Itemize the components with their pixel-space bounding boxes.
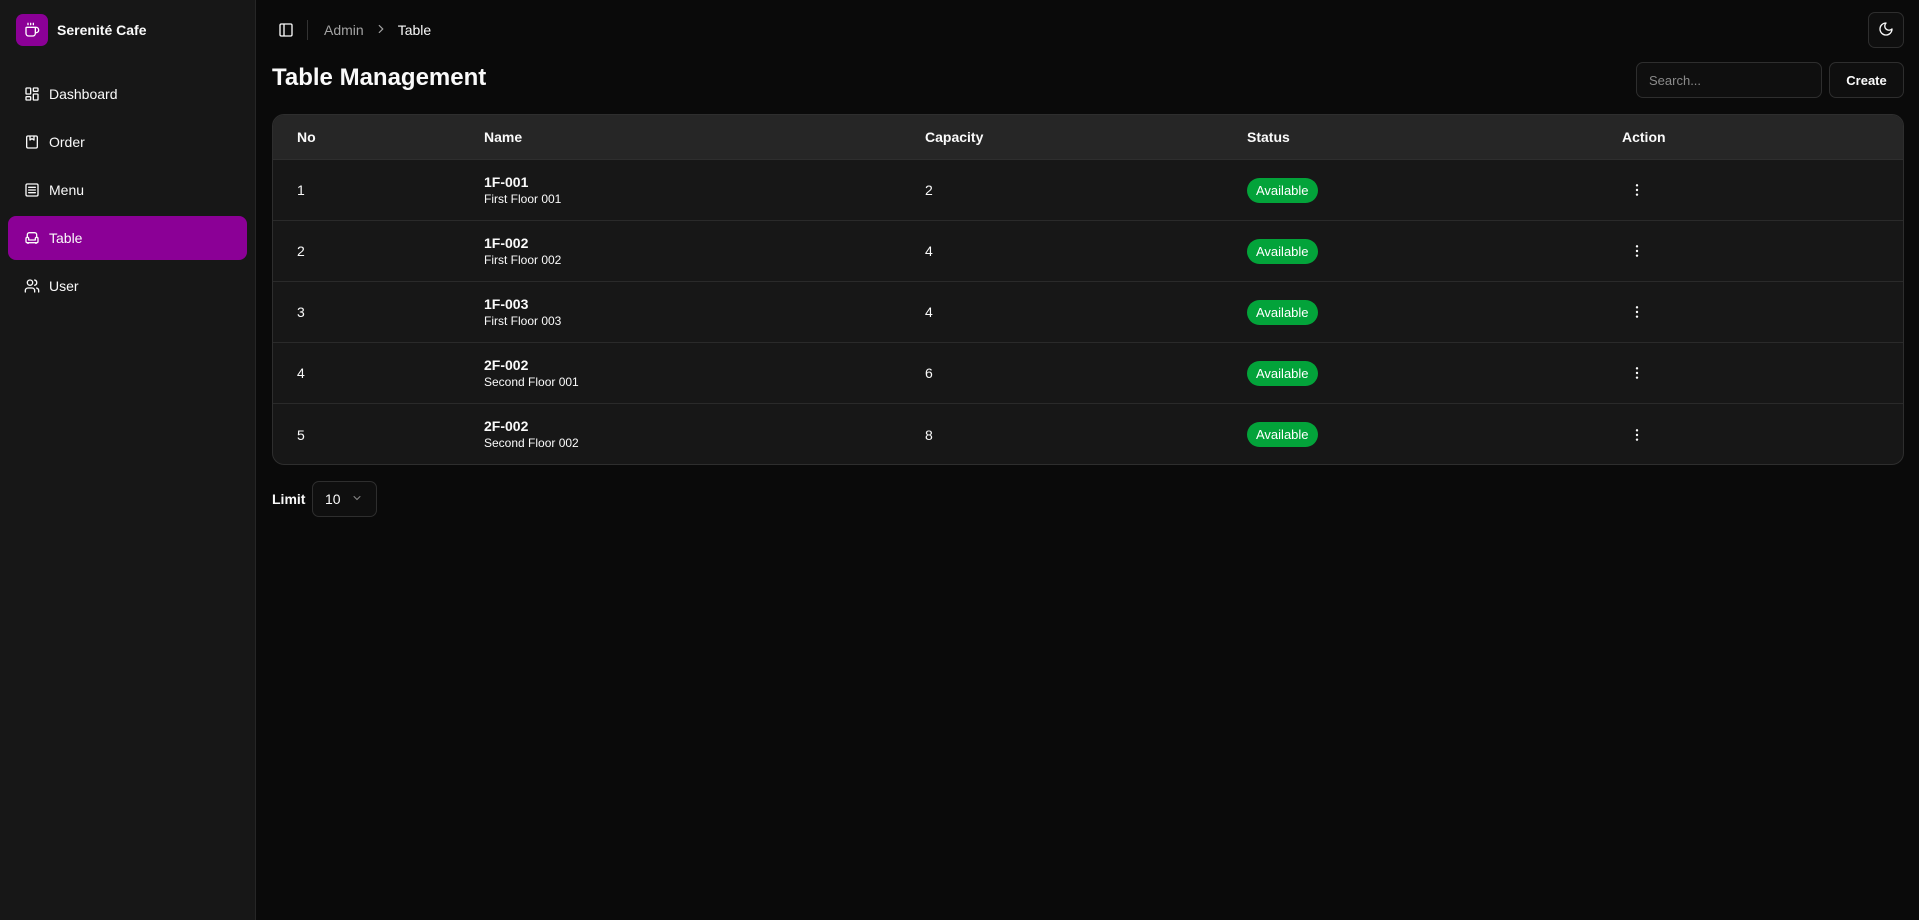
table-description: First Floor 002 xyxy=(484,252,562,267)
table-code: 1F-002 xyxy=(484,234,529,251)
status-badge: Available xyxy=(1247,360,1318,386)
table-name-cell: 2F-002 Second Floor 001 xyxy=(484,357,925,390)
row-number: 3 xyxy=(297,304,305,320)
breadcrumb: Admin Table xyxy=(324,20,431,40)
sidebar-item-label: Table xyxy=(49,230,83,246)
menu-list-icon xyxy=(24,182,40,198)
table-code: 1F-003 xyxy=(484,295,529,312)
action-cell xyxy=(1622,178,1903,202)
status-badge: Available xyxy=(1247,238,1318,264)
row-number: 5 xyxy=(297,426,305,443)
table-row: 2 1F-002 First Floor 002 4 Available xyxy=(273,221,1903,282)
table-header: No Name Capacity Status Action xyxy=(273,115,1903,160)
capacity-value: 8 xyxy=(925,426,933,443)
action-cell xyxy=(1622,300,1903,324)
column-header-capacity: Capacity xyxy=(925,129,984,145)
sidebar-item-label: User xyxy=(49,278,79,294)
table-code: 1F-001 xyxy=(484,173,529,190)
limit-label: Limit xyxy=(272,491,306,507)
sidebar-item-order[interactable]: Order xyxy=(8,120,247,164)
table-description: First Floor 003 xyxy=(484,313,562,328)
status-cell: Available xyxy=(1247,238,1622,264)
sidebar-item-dashboard[interactable]: Dashboard xyxy=(8,72,247,116)
sidebar-item-user[interactable]: User xyxy=(8,264,247,308)
limit-select[interactable]: 10 xyxy=(312,481,377,517)
status-badge: Available xyxy=(1247,177,1318,203)
theme-toggle-button[interactable] xyxy=(1868,12,1904,48)
table-name-cell: 1F-001 First Floor 001 xyxy=(484,174,925,207)
search-input[interactable] xyxy=(1636,62,1822,98)
row-number: 2 xyxy=(297,243,305,259)
chevron-down-icon xyxy=(351,491,363,507)
page-title: Table Management xyxy=(272,64,487,91)
more-vertical-icon[interactable] xyxy=(1625,178,1649,202)
sidebar-item-label: Menu xyxy=(49,182,85,198)
status-badge: Available xyxy=(1247,299,1318,325)
brand[interactable]: Serenité Cafe xyxy=(16,14,146,46)
status-cell: Available xyxy=(1247,177,1622,203)
column-header-name: Name xyxy=(484,129,523,145)
capacity-value: 4 xyxy=(925,243,933,259)
sidebar: Serenité Cafe Dashboard Order Menu Table… xyxy=(0,0,256,920)
column-header-action: Action xyxy=(1622,129,1666,145)
table-description: Second Floor 001 xyxy=(484,374,579,389)
order-icon xyxy=(24,134,40,150)
sidebar-item-label: Dashboard xyxy=(49,86,118,102)
table-sofa-icon xyxy=(24,230,40,246)
status-badge: Available xyxy=(1247,422,1318,447)
data-table: No Name Capacity Status Action 1 1F-001 … xyxy=(272,114,1904,465)
capacity-value: 2 xyxy=(925,182,933,198)
action-cell xyxy=(1622,361,1903,385)
column-header-no: No xyxy=(297,129,316,145)
table-code: 2F-002 xyxy=(484,356,529,373)
row-number: 4 xyxy=(297,365,305,381)
breadcrumb-current: Table xyxy=(397,22,432,38)
coffee-icon xyxy=(16,14,48,46)
action-cell xyxy=(1622,423,1903,447)
moon-icon xyxy=(1878,21,1894,40)
create-button[interactable]: Create xyxy=(1829,62,1904,98)
brand-name: Serenité Cafe xyxy=(57,22,147,38)
sidebar-item-table[interactable]: Table xyxy=(8,216,247,260)
table-row: 5 2F-002 Second Floor 002 8 Available xyxy=(273,404,1903,464)
table-row: 4 2F-002 Second Floor 001 6 Available xyxy=(273,343,1903,404)
table-name-cell: 1F-003 First Floor 003 xyxy=(484,296,925,329)
action-cell xyxy=(1622,239,1903,263)
sidebar-item-menu[interactable]: Menu xyxy=(8,168,247,212)
table-description: First Floor 001 xyxy=(484,191,562,206)
chevron-right-icon xyxy=(374,22,388,39)
table-row: 3 1F-003 First Floor 003 4 Available xyxy=(273,282,1903,343)
row-number: 1 xyxy=(297,182,305,198)
table-code: 2F-002 xyxy=(484,418,529,434)
status-cell: Available xyxy=(1247,360,1622,386)
table-row: 1 1F-001 First Floor 001 2 Available xyxy=(273,160,1903,221)
table-name-cell: 1F-002 First Floor 002 xyxy=(484,235,925,268)
topbar: Admin Table xyxy=(256,0,1919,60)
more-vertical-icon[interactable] xyxy=(1625,239,1649,263)
capacity-value: 6 xyxy=(925,365,933,381)
sidebar-item-label: Order xyxy=(49,134,85,150)
limit-value: 10 xyxy=(325,491,341,507)
sidebar-toggle-icon[interactable] xyxy=(276,20,296,40)
table-description: Second Floor 002 xyxy=(484,436,579,450)
users-icon xyxy=(24,278,40,294)
divider xyxy=(307,20,308,40)
status-cell: Available xyxy=(1247,299,1622,325)
more-vertical-icon[interactable] xyxy=(1625,361,1649,385)
more-vertical-icon[interactable] xyxy=(1625,300,1649,324)
table-name-cell: 2F-002 Second Floor 002 xyxy=(484,418,925,451)
sidebar-nav: Dashboard Order Menu Table User xyxy=(8,72,247,312)
more-vertical-icon[interactable] xyxy=(1625,423,1649,447)
dashboard-icon xyxy=(24,86,40,102)
status-cell: Available xyxy=(1247,422,1622,447)
capacity-value: 4 xyxy=(925,304,933,320)
breadcrumb-admin-link[interactable]: Admin xyxy=(324,22,364,38)
column-header-status: Status xyxy=(1247,129,1290,145)
main-content: Admin Table Table Management Create No N… xyxy=(256,0,1919,920)
